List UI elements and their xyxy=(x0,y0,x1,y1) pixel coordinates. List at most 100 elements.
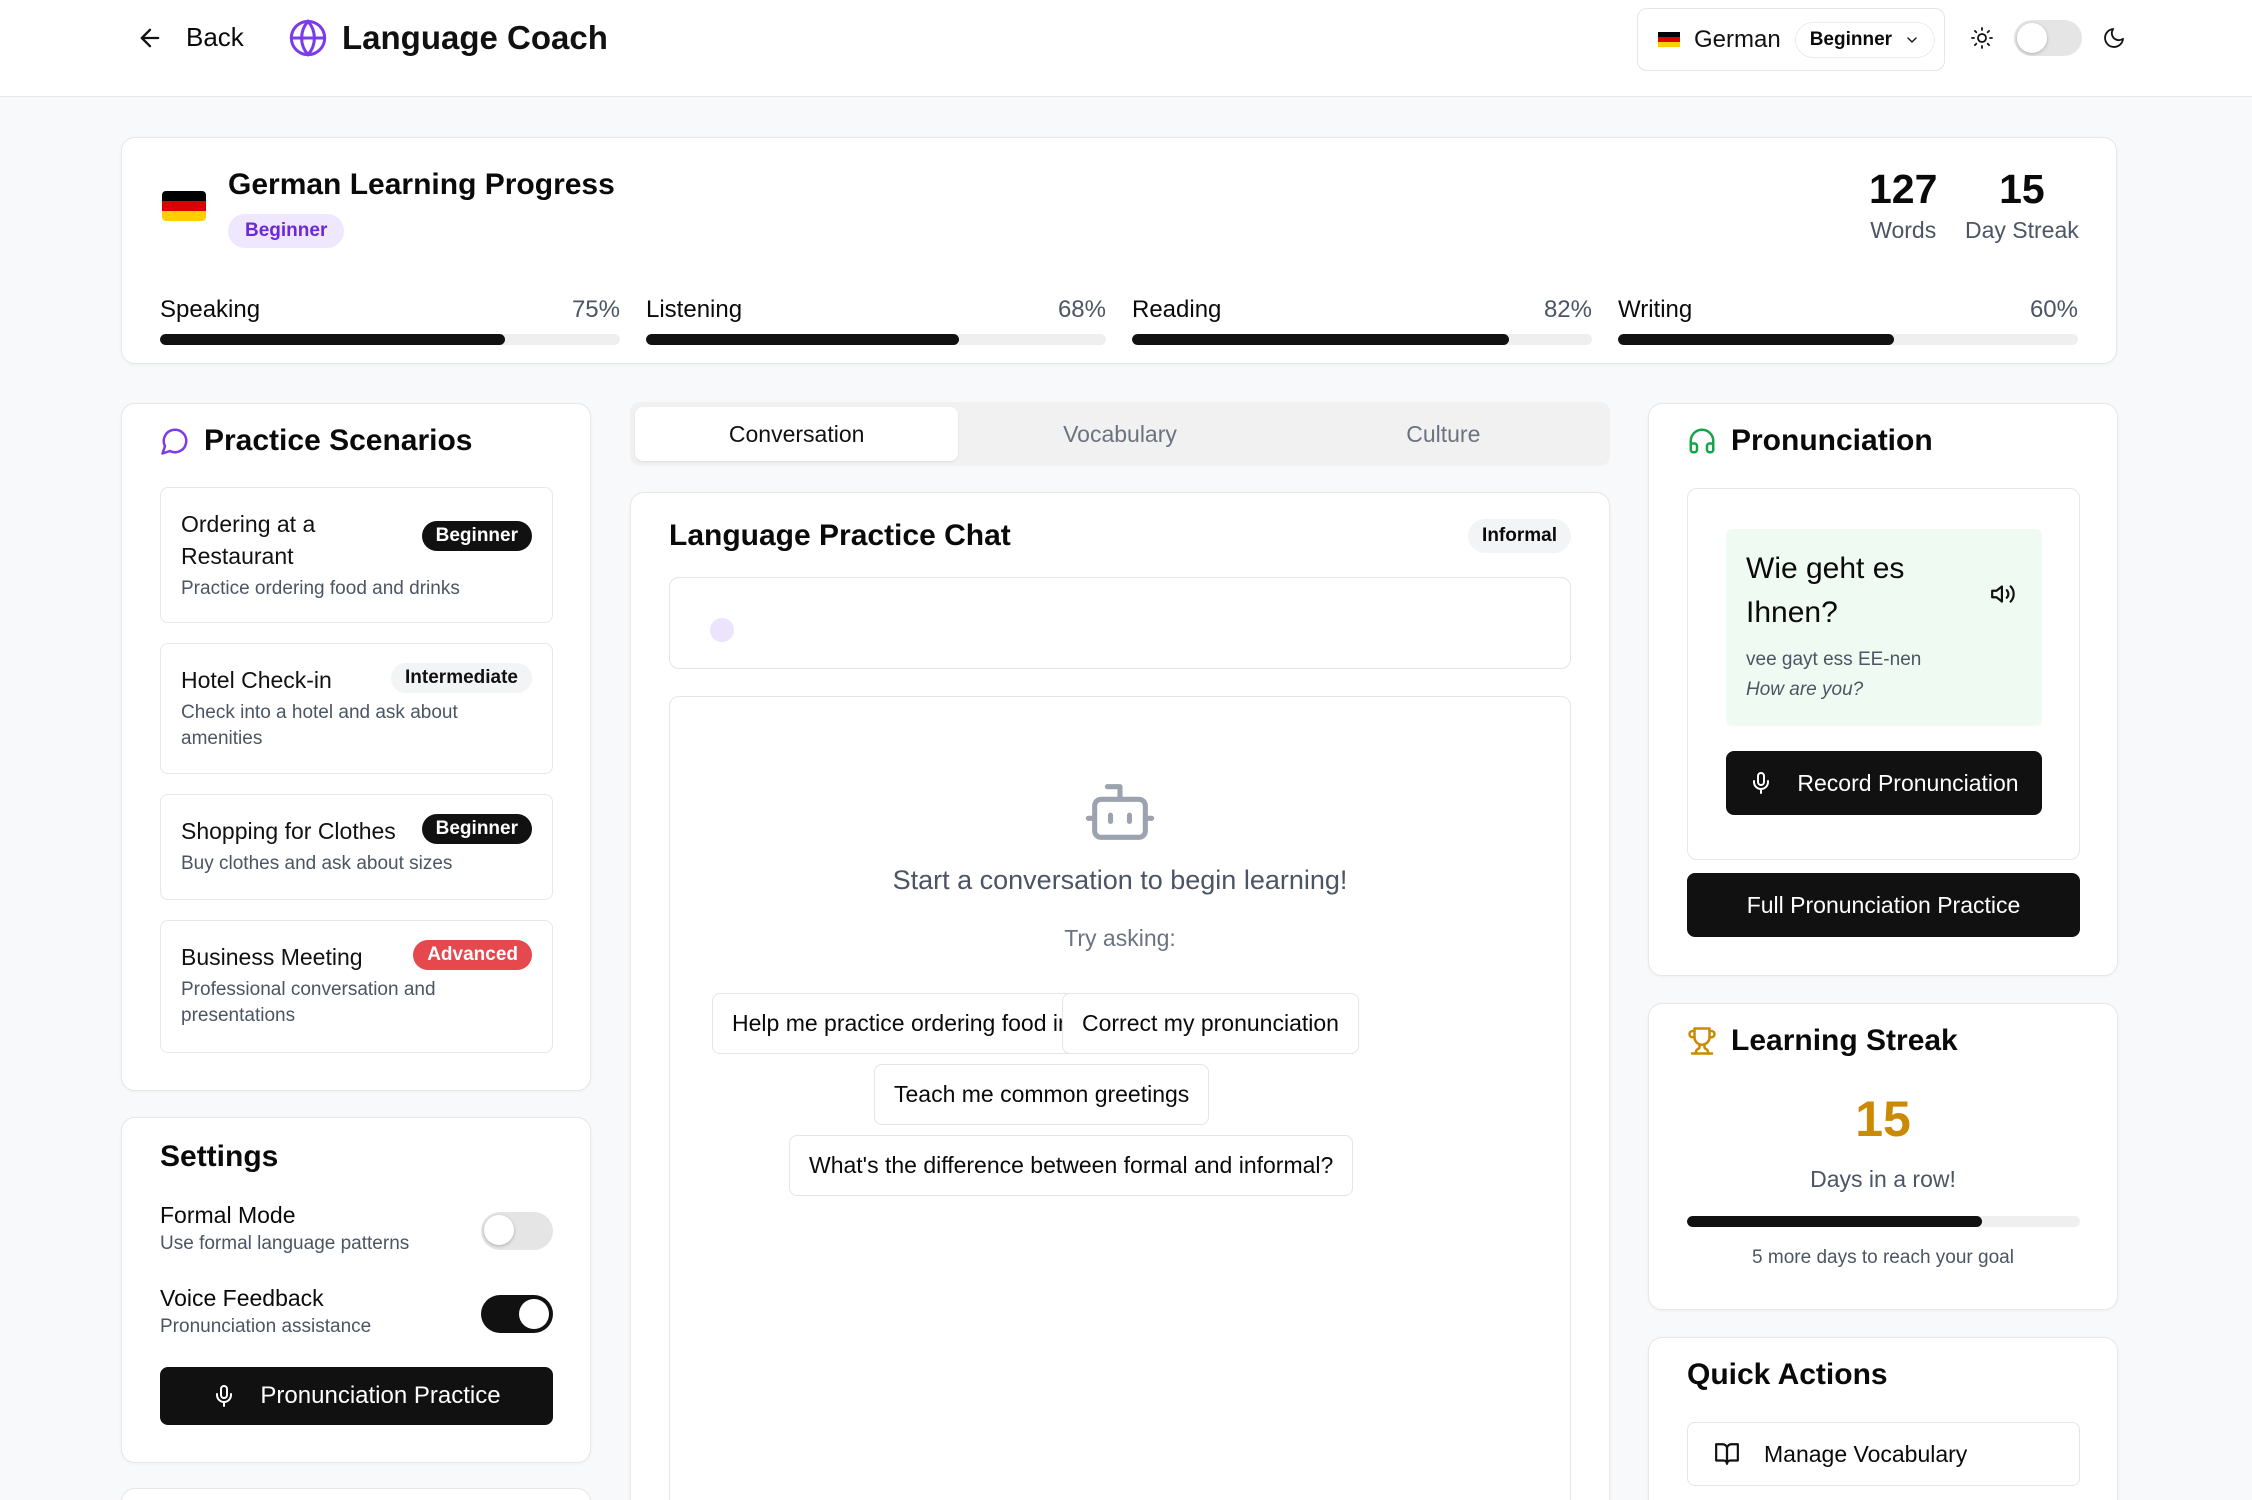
app-title: Language Coach xyxy=(342,19,608,56)
pronunciation-title: Pronunciation xyxy=(1731,424,1933,457)
globe-icon xyxy=(289,19,327,57)
level-badge: Beginner xyxy=(228,214,345,248)
phrase-text: Wie geht es Ihnen? xyxy=(1746,552,1905,629)
bot-icon xyxy=(1085,784,1155,840)
pronunciation-panel: Wie geht es Ihnen? vee gayt ess EE-nen H… xyxy=(1687,488,2080,860)
suggestion-chip[interactable]: Teach me common greetings xyxy=(874,1064,1210,1125)
button-label: Manage Vocabulary xyxy=(1764,1440,1968,1467)
partial-card xyxy=(121,1488,591,1500)
settings-card: Settings Formal Mode Use formal language… xyxy=(121,1117,591,1463)
streak-stat: 15 Day Streak xyxy=(1965,166,2079,244)
language-selector[interactable]: German Beginner xyxy=(1637,8,1945,71)
words-count: 127 xyxy=(1869,166,1938,212)
theme-switcher xyxy=(1970,20,2126,56)
settings-title: Settings xyxy=(160,1140,279,1173)
scenario-shopping[interactable]: Shopping for Clothes Buy clothes and ask… xyxy=(160,794,553,900)
skill-reading: Reading 82% xyxy=(1132,296,1592,345)
level-badge: Beginner xyxy=(421,521,532,551)
streak-count: 15 xyxy=(1999,166,2045,212)
voice-feedback-setting: Voice Feedback Pronunciation assistance xyxy=(160,1285,553,1345)
pronunciation-practice-button[interactable]: Pronunciation Practice xyxy=(160,1367,553,1425)
streak-label: Days in a row! xyxy=(1810,1166,1956,1192)
empty-state-title: Start a conversation to begin learning! xyxy=(892,865,1348,895)
words-stat: 127 Words xyxy=(1869,166,1937,244)
mic-icon xyxy=(1753,772,1770,794)
language-name: German xyxy=(1694,25,1781,53)
skill-percent: 82% xyxy=(1543,296,1592,323)
scenario-title: Ordering at a Restaurant xyxy=(181,511,316,569)
scenario-desc: Check into a hotel and ask about ameniti… xyxy=(181,702,458,749)
scenario-restaurant[interactable]: Ordering at a Restaurant Practice orderi… xyxy=(160,487,553,623)
skills-list: Speaking 75% Listening 68% Reading 82% Writ… xyxy=(160,296,2078,345)
german-flag-icon xyxy=(162,191,206,221)
quick-actions-card: Quick Actions Manage Vocabulary xyxy=(1648,1337,2118,1500)
practice-scenarios-card: Practice Scenarios Ordering at a Restaur… xyxy=(121,403,591,1091)
manage-vocabulary-button[interactable]: Manage Vocabulary xyxy=(1687,1422,2080,1486)
skill-percent: 60% xyxy=(2029,296,2078,323)
back-button[interactable]: Back xyxy=(136,22,244,53)
button-label: Pronunciation Practice xyxy=(260,1382,501,1409)
tab-culture[interactable]: Culture xyxy=(1282,407,1605,461)
suggestion-chip[interactable]: What's the difference between formal and… xyxy=(789,1135,1354,1196)
message-circle-icon xyxy=(161,428,188,455)
skill-listening: Listening 68% xyxy=(646,296,1106,345)
level-value: Beginner xyxy=(1809,28,1893,50)
speaker-icon[interactable] xyxy=(1990,581,2016,607)
pronunciation-heading: Pronunciation xyxy=(1687,424,1933,458)
level-badge: Beginner xyxy=(421,814,532,844)
progress-card: German Learning Progress Beginner 127 Wo… xyxy=(121,137,2117,364)
scenario-desc: Professional conversation and presentati… xyxy=(181,979,436,1026)
skill-percent: 75% xyxy=(571,296,620,323)
scenarios-heading: Practice Scenarios xyxy=(160,424,473,458)
streak-days: 15 xyxy=(1855,1091,1911,1147)
formality-badge: Informal xyxy=(1468,519,1571,553)
formal-mode-toggle[interactable] xyxy=(481,1212,553,1250)
chat-card: Language Practice Chat Informal Start a … xyxy=(630,492,1610,1500)
skill-progress-fill xyxy=(160,334,505,345)
chat-messages: Start a conversation to begin learning! … xyxy=(669,696,1571,1500)
full-pronunciation-practice-button[interactable]: Full Pronunciation Practice xyxy=(1687,873,2080,937)
back-label: Back xyxy=(186,22,244,52)
skill-progress-bar xyxy=(1132,334,1592,345)
record-pronunciation-button[interactable]: Record Pronunciation xyxy=(1726,751,2042,815)
headphones-icon xyxy=(1689,428,1715,454)
try-asking-label: Try asking: xyxy=(1064,925,1176,951)
level-badge: Advanced xyxy=(413,940,532,970)
main-tabs: Conversation Vocabulary Culture xyxy=(630,402,1610,466)
button-label: Full Pronunciation Practice xyxy=(1746,891,2021,918)
theme-toggle[interactable] xyxy=(2014,20,2082,56)
skill-progress-fill xyxy=(1132,334,1510,345)
book-open-icon xyxy=(1715,1443,1739,1465)
suggestion-chip[interactable]: Correct my pronunciation xyxy=(1062,993,1359,1054)
scenarios-title: Practice Scenarios xyxy=(204,424,473,457)
level-badge: Intermediate xyxy=(391,663,532,693)
quick-actions-title: Quick Actions xyxy=(1687,1358,1888,1391)
sun-icon xyxy=(1971,27,1993,49)
streak-label: Day Streak xyxy=(1965,217,2079,243)
skill-percent: 68% xyxy=(1057,296,1106,323)
tab-conversation[interactable]: Conversation xyxy=(635,407,959,461)
german-flag-icon xyxy=(1658,32,1680,47)
button-label: Record Pronunciation xyxy=(1797,769,2019,796)
skill-progress-bar xyxy=(646,334,1106,345)
arrow-left-icon xyxy=(140,28,160,47)
skill-name: Speaking xyxy=(160,296,261,323)
voice-feedback-toggle[interactable] xyxy=(481,1295,553,1333)
skill-name: Listening xyxy=(646,296,743,323)
moon-icon xyxy=(2104,28,2124,48)
streak-progress-fill xyxy=(1687,1216,1982,1227)
words-label: Words xyxy=(1870,217,1937,243)
skill-name: Reading xyxy=(1132,296,1222,323)
scenario-business[interactable]: Business Meeting Professional conversati… xyxy=(160,920,553,1053)
progress-title: German Learning Progress xyxy=(228,168,615,201)
scenario-hotel[interactable]: Hotel Check-in Check into a hotel and as… xyxy=(160,643,553,774)
scenario-desc: Practice ordering food and drinks xyxy=(181,578,460,599)
streak-heading: Learning Streak xyxy=(1687,1024,1958,1058)
learning-streak-card: Learning Streak 15 Days in a row! 5 more… xyxy=(1648,1003,2118,1310)
phonetic-text: vee gayt ess EE-nen xyxy=(1746,649,1922,670)
pronunciation-card: Pronunciation Wie geht es Ihnen? vee gay… xyxy=(1648,403,2118,976)
tab-vocabulary[interactable]: Vocabulary xyxy=(958,407,1281,461)
level-dropdown[interactable]: Beginner xyxy=(1794,21,1936,58)
scenario-desc: Buy clothes and ask about sizes xyxy=(181,853,453,874)
chat-input[interactable] xyxy=(669,577,1571,669)
